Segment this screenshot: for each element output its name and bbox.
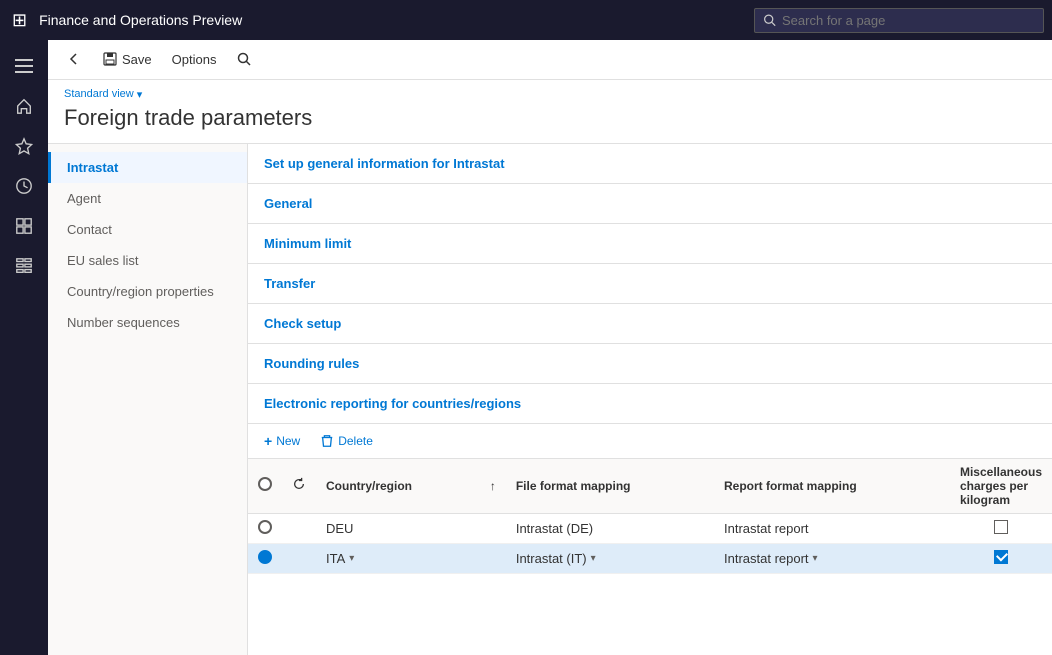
sidebar-hamburger[interactable] [6, 48, 42, 84]
col-refresh [282, 459, 316, 514]
radio-selected-ita [258, 550, 272, 564]
options-button[interactable]: Options [164, 47, 225, 72]
sidebar-workspaces-icon[interactable] [6, 208, 42, 244]
section-minimum-limit[interactable]: Minimum limit [248, 224, 1052, 264]
nav-item-contact[interactable]: Contact [48, 214, 247, 245]
plus-icon: + [264, 433, 272, 449]
standard-view[interactable]: Standard view ▾ [64, 88, 1036, 101]
new-button[interactable]: + New [256, 430, 308, 452]
checkbox-unchecked-deu [994, 520, 1008, 534]
col-sort[interactable]: ↑ [480, 459, 506, 514]
app-title: Finance and Operations Preview [39, 12, 746, 28]
new-label: New [276, 434, 300, 448]
page-header: Standard view ▾ Foreign trade parameters [48, 80, 1052, 144]
er-section-title: Electronic reporting for countries/regio… [248, 384, 1052, 424]
delete-label: Delete [338, 434, 373, 448]
section-general[interactable]: General [248, 184, 1052, 224]
cell-misc-deu[interactable] [950, 513, 1052, 543]
col-misc-charges: Miscellaneous charges per kilogram [950, 459, 1052, 514]
table-row[interactable]: ITA ▾ Intrastat (IT) ▾ [248, 543, 1052, 573]
section-transfer[interactable]: Transfer [248, 264, 1052, 304]
cell-file-format-ita: Intrastat (IT) ▾ [506, 543, 714, 573]
right-content: Save Options Standard view ▾ Foreign tra… [48, 40, 1052, 655]
cell-misc-ita[interactable] [950, 543, 1052, 573]
full-layout: Save Options Standard view ▾ Foreign tra… [0, 40, 1052, 655]
sidebar-favorites-icon[interactable] [6, 128, 42, 164]
cell-sort-ita [480, 543, 506, 573]
table-row[interactable]: DEU Intrastat (DE) Intrastat report [248, 513, 1052, 543]
options-label: Options [172, 52, 217, 67]
back-button[interactable] [58, 46, 90, 72]
cell-sort-deu [480, 513, 506, 543]
search-input[interactable] [782, 13, 1035, 28]
sidebar-recent-icon[interactable] [6, 168, 42, 204]
cell-country-deu: DEU [316, 513, 480, 543]
search-cmd-icon [236, 51, 252, 67]
save-label: Save [122, 52, 152, 67]
nav-item-country-region[interactable]: Country/region properties [48, 276, 247, 307]
search-icon [763, 13, 776, 27]
select-all-radio[interactable] [258, 477, 272, 491]
er-table: Country/region ↑ File format mapping Rep… [248, 459, 1052, 574]
page-title: Foreign trade parameters [64, 105, 1036, 131]
chevron-down-icon: ▾ [349, 553, 354, 564]
row-radio-ita[interactable] [248, 543, 282, 573]
sidebar-modules-icon[interactable] [6, 248, 42, 284]
cell-report-format-deu: Intrastat report [714, 513, 950, 543]
sub-toolbar: + New Delete [248, 424, 1052, 459]
save-icon [102, 51, 118, 67]
col-selector [248, 459, 282, 514]
row-refresh-ita [282, 543, 316, 573]
nav-item-eu-sales-list[interactable]: EU sales list [48, 245, 247, 276]
row-radio-deu[interactable] [248, 513, 282, 543]
chevron-down-icon: ▾ [137, 88, 143, 101]
cell-report-format-ita: Intrastat report ▾ [714, 543, 950, 573]
top-bar: ⊞ Finance and Operations Preview [0, 0, 1052, 40]
search-button[interactable] [228, 46, 260, 72]
delete-button[interactable]: Delete [312, 431, 381, 451]
main-layout: Intrastat Agent Contact EU sales list Co… [48, 144, 1052, 655]
refresh-icon [292, 477, 306, 491]
search-bar[interactable] [754, 8, 1044, 33]
col-file-format: File format mapping [506, 459, 714, 514]
content-area: Set up general information for Intrastat… [248, 144, 1052, 655]
subtitle: Set up general information for Intrastat [248, 144, 1052, 184]
row-refresh-deu [282, 513, 316, 543]
left-nav: Intrastat Agent Contact EU sales list Co… [48, 144, 248, 655]
back-icon [66, 51, 82, 67]
standard-view-label: Standard view [64, 88, 134, 100]
app-sidebar [0, 40, 48, 655]
checkbox-checked-ita [994, 550, 1008, 564]
sidebar-home-icon[interactable] [6, 88, 42, 124]
command-bar: Save Options [48, 40, 1052, 80]
section-check-setup[interactable]: Check setup [248, 304, 1052, 344]
chevron-down-icon: ▾ [591, 553, 596, 564]
cell-country-ita: ITA ▾ [316, 543, 480, 573]
save-button[interactable]: Save [94, 46, 160, 72]
section-rounding-rules[interactable]: Rounding rules [248, 344, 1052, 384]
nav-item-intrastat[interactable]: Intrastat [48, 152, 247, 183]
delete-icon [320, 434, 334, 448]
waffle-icon[interactable]: ⊞ [8, 6, 31, 35]
nav-item-agent[interactable]: Agent [48, 183, 247, 214]
er-section: Electronic reporting for countries/regio… [248, 384, 1052, 574]
chevron-down-icon: ▾ [813, 553, 818, 564]
col-report-format: Report format mapping [714, 459, 950, 514]
col-country-region: Country/region [316, 459, 480, 514]
cell-file-format-deu: Intrastat (DE) [506, 513, 714, 543]
nav-item-number-sequences[interactable]: Number sequences [48, 307, 247, 338]
